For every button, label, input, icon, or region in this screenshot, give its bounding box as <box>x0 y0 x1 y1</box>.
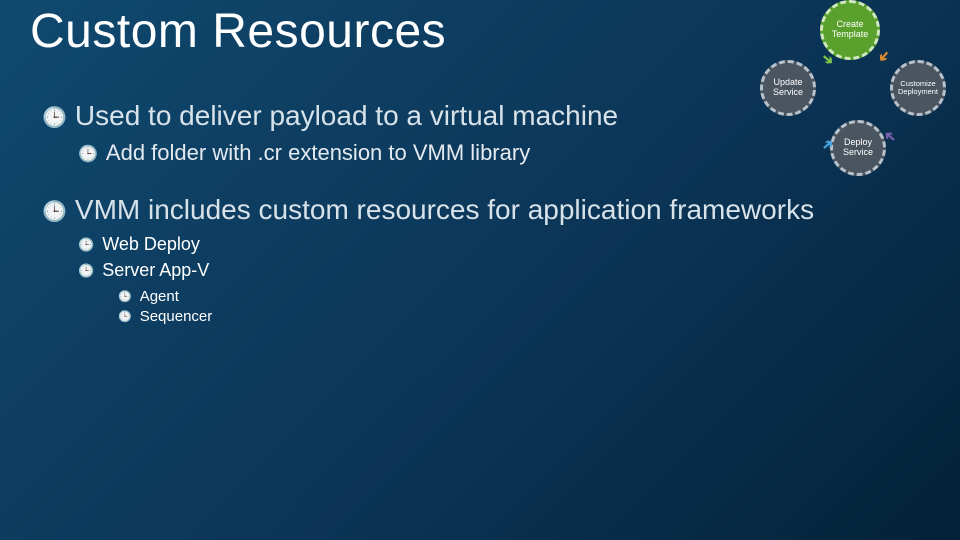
diagram-node-label: Update Service <box>763 78 813 98</box>
bullet-level3: 🕒 Web Deploy <box>78 234 200 255</box>
diagram-node-label: Customize Deployment <box>896 80 940 97</box>
clock-icon: 🕒 <box>78 144 98 164</box>
clock-icon: 🕒 <box>118 310 132 323</box>
diagram-node-customize-deployment: Customize Deployment <box>890 60 946 116</box>
bullet-text: Add folder with .cr extension to VMM lib… <box>106 140 530 165</box>
bullet-level2: 🕒 Add folder with .cr extension to VMM li… <box>78 140 530 166</box>
diagram-node-update-service: Update Service <box>760 60 816 116</box>
bullet-text: Agent <box>140 288 179 305</box>
clock-icon: 🕒 <box>78 237 94 253</box>
bullet-level3: 🕒 Server App-V <box>78 260 209 281</box>
arrow-icon: ➔ <box>874 47 895 67</box>
bullet-level1: 🕒 Used to deliver payload to a virtual ma… <box>42 100 618 132</box>
clock-icon: 🕒 <box>42 105 67 130</box>
bullet-level1: 🕒 VMM includes custom resources for appli… <box>42 194 814 226</box>
bullet-text: Web Deploy <box>102 234 200 254</box>
bullet-text: Used to deliver payload to a virtual mac… <box>75 100 618 131</box>
clock-icon: 🕒 <box>42 199 67 224</box>
bullet-text: Server App-V <box>102 260 209 280</box>
clock-icon: 🕒 <box>78 263 94 279</box>
clock-icon: 🕒 <box>118 290 132 303</box>
bullet-text: VMM includes custom resources for applic… <box>75 194 814 225</box>
bullet-level4: 🕒 Sequencer <box>118 308 212 325</box>
bullet-text: Sequencer <box>140 308 213 325</box>
diagram-node-label: Create Template <box>823 20 877 40</box>
diagram-node-label: Deploy Service <box>833 138 883 158</box>
page-title: Custom Resources <box>30 4 446 59</box>
bullet-level4: 🕒 Agent <box>118 288 179 305</box>
diagram-node-deploy-service: Deploy Service <box>830 120 886 176</box>
